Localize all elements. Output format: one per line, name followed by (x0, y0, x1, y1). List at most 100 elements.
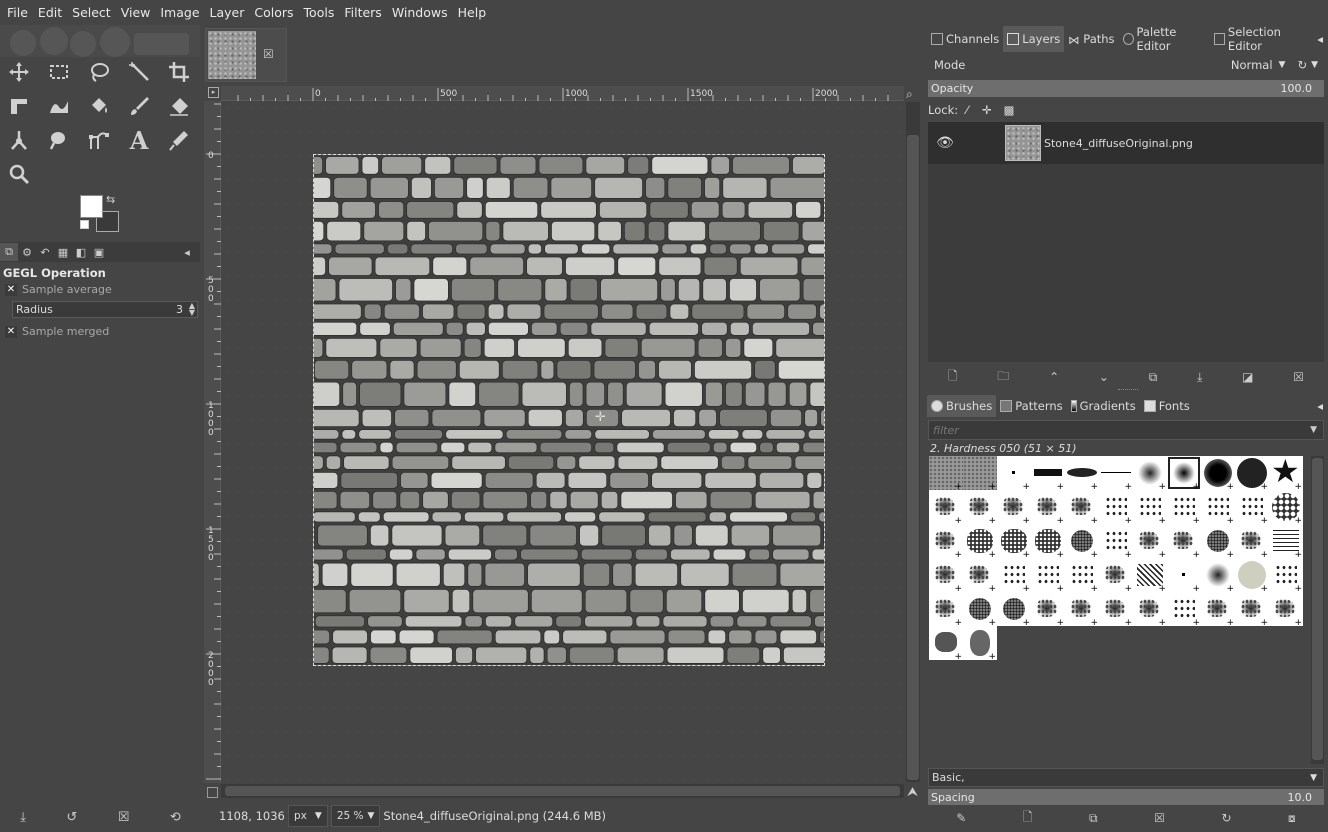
brush-scroll-thumb[interactable] (1312, 458, 1323, 760)
brush-thumbnail[interactable]: + (1099, 558, 1133, 592)
close-image-tab-icon[interactable]: ☒ (263, 47, 274, 61)
smudge-tool-icon[interactable] (44, 125, 74, 155)
rect-select-tool-icon[interactable] (44, 57, 74, 87)
brush-thumbnail[interactable]: + (1065, 524, 1099, 558)
brush-thumbnail[interactable]: + (1201, 592, 1235, 626)
brush-thumbnail[interactable]: + (1201, 490, 1235, 524)
brush-thumbnail[interactable]: + (1065, 490, 1099, 524)
save-options-icon[interactable]: ⤓ (20, 810, 26, 825)
bucket-fill-tool-icon[interactable] (84, 91, 114, 121)
brush-thumbnail[interactable]: + (963, 490, 997, 524)
brush-thumbnail[interactable]: + (1235, 592, 1269, 626)
opacity-slider[interactable]: Opacity 100.0 (928, 80, 1324, 97)
templates-tab-icon[interactable]: ▣ (90, 243, 108, 261)
fuzzy-select-tool-icon[interactable] (124, 57, 154, 87)
undo-history-tab-icon[interactable]: ↶ (36, 243, 54, 261)
brush-thumbnail[interactable]: + (929, 490, 963, 524)
paintbrush-tool-icon[interactable] (124, 91, 154, 121)
layer-row[interactable]: 👁 Stone4_diffuseOriginal.png (928, 122, 1324, 164)
brush-thumbnail[interactable]: + (929, 524, 963, 558)
brush-thumbnail[interactable]: + (963, 456, 997, 490)
radius-spinner[interactable]: Radius 3 ▲ ▼ (12, 301, 198, 318)
reset-options-icon[interactable]: ⟲ (170, 810, 181, 825)
toggle-quick-mask-icon[interactable] (207, 787, 218, 798)
brush-thumbnail[interactable]: + (1031, 524, 1065, 558)
brush-thumbnail[interactable]: + (1031, 558, 1065, 592)
brush-thumbnail[interactable]: + (1099, 592, 1133, 626)
merge-layer-icon[interactable]: ⤓ (1197, 370, 1202, 385)
configure-tab-icon[interactable]: ◂ (1313, 26, 1327, 52)
chevron-down-icon[interactable]: ▼ (1311, 60, 1318, 70)
menu-file[interactable]: File (2, 0, 33, 25)
menu-windows[interactable]: Windows (387, 0, 453, 25)
foreground-color-swatch[interactable] (80, 195, 103, 218)
quick-mask-menu-icon[interactable]: ▸ (208, 87, 219, 98)
lower-layer-icon[interactable]: ⌄ (1099, 370, 1109, 384)
colors-tab-icon[interactable]: ◧ (72, 243, 90, 261)
horizontal-scroll-thumb[interactable] (225, 786, 900, 796)
brush-thumbnail[interactable]: + (1133, 558, 1167, 592)
duplicate-layer-icon[interactable]: ⧉ (1149, 370, 1158, 385)
brush-thumbnail[interactable]: + (1201, 524, 1235, 558)
brush-thumbnail[interactable]: + (1235, 558, 1269, 592)
sample-average-option[interactable]: ✕ Sample average (5, 283, 112, 296)
brush-thumbnail[interactable]: + (1167, 592, 1201, 626)
spacing-slider[interactable]: Spacing 10.0 (928, 789, 1324, 805)
brush-thumbnail[interactable]: + (1201, 558, 1235, 592)
default-colors-icon[interactable] (80, 220, 89, 229)
brush-thumbnail[interactable]: + (929, 558, 963, 592)
delete-options-icon[interactable]: ☒ (118, 810, 130, 825)
reset-mode-icon[interactable]: ↻ (1297, 58, 1307, 72)
brush-thumbnail[interactable]: + (997, 456, 1031, 490)
tool-options-tab-icon[interactable]: ⧉ (0, 243, 18, 261)
menu-filters[interactable]: Filters (339, 0, 386, 25)
tab-brushes[interactable]: Brushes (927, 395, 997, 417)
menu-layer[interactable]: Layer (205, 0, 250, 25)
brush-thumbnail[interactable]: + (1167, 456, 1201, 490)
paths-tool-icon[interactable] (84, 125, 114, 155)
delete-layer-icon[interactable]: ☒ (1293, 370, 1304, 384)
vertical-ruler[interactable]: 0500100015002000 (204, 101, 221, 783)
pane-handle[interactable] (1118, 389, 1138, 392)
brush-thumbnail[interactable]: + (963, 592, 997, 626)
brush-thumbnail[interactable]: + (1167, 524, 1201, 558)
brush-thumbnail[interactable]: + (1235, 456, 1269, 490)
brush-thumbnail[interactable]: + (1235, 524, 1269, 558)
lock-position-icon[interactable]: ✛ (982, 103, 992, 117)
brush-thumbnail[interactable]: + (963, 626, 997, 660)
brush-thumbnail[interactable]: + (1031, 592, 1065, 626)
menu-edit[interactable]: Edit (33, 0, 67, 25)
new-layer-group-icon[interactable]: 🗀 (997, 367, 1009, 388)
chevron-down-icon[interactable]: ▼ (1279, 60, 1286, 70)
unit-selector[interactable]: px ▼ (288, 805, 328, 827)
swap-colors-icon[interactable]: ⇆ (106, 193, 115, 206)
brush-thumbnail[interactable]: + (1269, 592, 1303, 626)
brush-grid[interactable]: + + + + + + + + + + ★ + + + + + + + + + + + + + + + + + + + + + + + + + + + + +… (929, 456, 1305, 764)
menu-select[interactable]: Select (67, 0, 116, 25)
mode-value[interactable]: Normal (1231, 58, 1273, 72)
horizontal-ruler[interactable]: 0 500 1000 1500 2000 (221, 86, 904, 101)
brush-thumbnail[interactable]: + (1269, 558, 1303, 592)
images-tab-icon[interactable]: ▦ (54, 243, 72, 261)
tab-layers[interactable]: Layers (1003, 26, 1065, 52)
brush-thumbnail[interactable]: + (1269, 490, 1303, 524)
brush-thumbnail[interactable]: + (1099, 456, 1133, 490)
brush-thumbnail[interactable]: + (929, 592, 963, 626)
brush-thumbnail[interactable]: + (997, 558, 1031, 592)
new-brush-icon[interactable]: 🗋 (1023, 808, 1033, 829)
move-tool-icon[interactable] (4, 57, 34, 87)
brush-thumbnail[interactable]: + (1235, 490, 1269, 524)
brush-thumbnail[interactable]: + (1099, 524, 1133, 558)
new-layer-icon[interactable]: 🗋 (948, 367, 958, 388)
warp-transform-tool-icon[interactable] (44, 91, 74, 121)
spin-arrows-icon[interactable]: ▲ ▼ (189, 302, 195, 317)
tab-selection-editor[interactable]: Selection Editor (1210, 25, 1313, 53)
brush-thumbnail[interactable]: + (1133, 456, 1167, 490)
restore-options-icon[interactable]: ↺ (66, 810, 77, 825)
clone-tool-icon[interactable] (4, 125, 34, 155)
brush-thumbnail[interactable]: + (997, 592, 1031, 626)
color-picker-tool-icon[interactable] (164, 125, 194, 155)
tab-patterns[interactable]: Patterns (996, 395, 1066, 417)
brush-thumbnail[interactable]: + (1133, 592, 1167, 626)
brush-thumbnail[interactable]: + (1099, 490, 1133, 524)
